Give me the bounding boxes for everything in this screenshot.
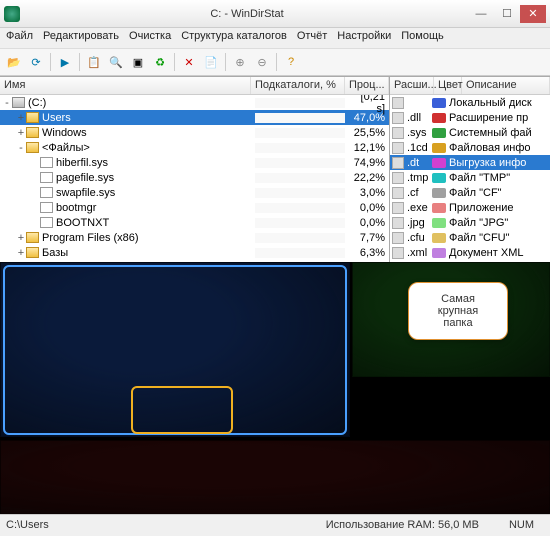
app-icon (4, 6, 20, 22)
ext-row[interactable]: .dllРасширение пр (390, 110, 550, 125)
menubar: Файл Редактировать Очистка Структура кат… (0, 28, 550, 48)
menu-edit[interactable]: Редактировать (43, 30, 119, 46)
tree-row[interactable]: +Program Files0,8% (0, 260, 389, 261)
tree-row[interactable]: +Базы6,3% (0, 245, 389, 260)
tree-row[interactable]: bootmgr0,0% (0, 200, 389, 215)
close-button[interactable]: ✕ (520, 5, 546, 23)
ext-row[interactable]: .jpgФайл "JPG" (390, 215, 550, 230)
menu-settings[interactable]: Настройки (337, 30, 391, 46)
tree-row[interactable]: hiberfil.sys74,9% (0, 155, 389, 170)
ext-row[interactable]: .cfФайл "CF" (390, 185, 550, 200)
tree-row[interactable]: +Windows25,5% (0, 125, 389, 140)
window-title: C: - WinDirStat (26, 8, 468, 20)
toolbar: 📂 ⟳ ▶ 📋 🔍 ▣ ♻ ✕ 📄 ⊕ ⊖ ? (0, 48, 550, 76)
ext-row[interactable]: .exeПриложение (390, 200, 550, 215)
ext-row[interactable]: .xmlДокумент XML (390, 245, 550, 260)
open-icon[interactable]: 📂 (4, 52, 24, 72)
ext-row[interactable]: .cfuФайл "CFU" (390, 230, 550, 245)
tree-row[interactable]: +Users47,0% (0, 110, 389, 125)
ext-row[interactable]: .dtВыгрузка инфо (390, 155, 550, 170)
menu-file[interactable]: Файл (6, 30, 33, 46)
ext-row[interactable]: .sysСистемный фай (390, 125, 550, 140)
copy-icon[interactable]: 📋 (84, 52, 104, 72)
col-pct[interactable]: Проц... (345, 77, 389, 94)
tree-row[interactable]: pagefile.sys22,2% (0, 170, 389, 185)
extension-pane[interactable]: Расши... Цвет Описание Локальный диск.dl… (390, 77, 550, 262)
treemap[interactable]: Самые крупные файлы в ней Самая крупная … (0, 262, 550, 514)
col-name[interactable]: Имя (0, 77, 251, 94)
menu-report[interactable]: Отчёт (297, 30, 327, 46)
ext-row[interactable]: Локальный диск (390, 95, 550, 110)
tree-row[interactable]: -(C:)[0,21 s] (0, 95, 389, 110)
col-subpct[interactable]: Подкаталоги, % (251, 77, 345, 94)
minimize-button[interactable]: — (468, 5, 494, 23)
statusbar: C:\Users Использование RAM: 56,0 MB NUM (0, 514, 550, 534)
recycle-icon[interactable]: ♻ (150, 52, 170, 72)
tree-row[interactable]: -<Файлы>12,1% (0, 140, 389, 155)
zoomin-icon[interactable]: ⊕ (230, 52, 250, 72)
titlebar: C: - WinDirStat — ☐ ✕ (0, 0, 550, 28)
ext-row[interactable]: .tmpФайл "TMP" (390, 170, 550, 185)
play-icon[interactable]: ▶ (55, 52, 75, 72)
props-icon[interactable]: 📄 (201, 52, 221, 72)
delete-icon[interactable]: ✕ (179, 52, 199, 72)
highlight-largest-files (131, 386, 233, 434)
maximize-button[interactable]: ☐ (494, 5, 520, 23)
status-num: NUM (509, 519, 534, 531)
ext-header: Расши... Цвет Описание (390, 77, 550, 95)
status-path: C:\Users (6, 519, 49, 531)
explorer-icon[interactable]: 🔍 (106, 52, 126, 72)
tree-row[interactable]: +Program Files (x86)7,7% (0, 230, 389, 245)
menu-cleanup[interactable]: Очистка (129, 30, 171, 46)
col-ext[interactable]: Расши... (390, 77, 434, 94)
ext-row[interactable]: .1cdФайловая инфо (390, 140, 550, 155)
status-ram-label: Использование RAM: (326, 519, 435, 531)
cmd-icon[interactable]: ▣ (128, 52, 148, 72)
col-color[interactable]: Цвет (434, 77, 462, 94)
tree-header: Имя Подкаталоги, % Проц... (0, 77, 389, 95)
col-desc[interactable]: Описание (462, 77, 550, 94)
menu-tree[interactable]: Структура каталогов (181, 30, 287, 46)
tree-row[interactable]: BOOTNXT0,0% (0, 215, 389, 230)
status-ram: 56,0 MB (438, 519, 479, 531)
callout-folder: Самая крупная папка (408, 282, 508, 340)
tree-pane[interactable]: Имя Подкаталоги, % Проц... -(C:)[0,21 s]… (0, 77, 390, 262)
refresh-icon[interactable]: ⟳ (26, 52, 46, 72)
zoomout-icon[interactable]: ⊖ (252, 52, 272, 72)
menu-help[interactable]: Помощь (401, 30, 444, 46)
tree-row[interactable]: swapfile.sys3,0% (0, 185, 389, 200)
treemap-block[interactable] (0, 440, 550, 514)
help-icon[interactable]: ? (281, 52, 301, 72)
